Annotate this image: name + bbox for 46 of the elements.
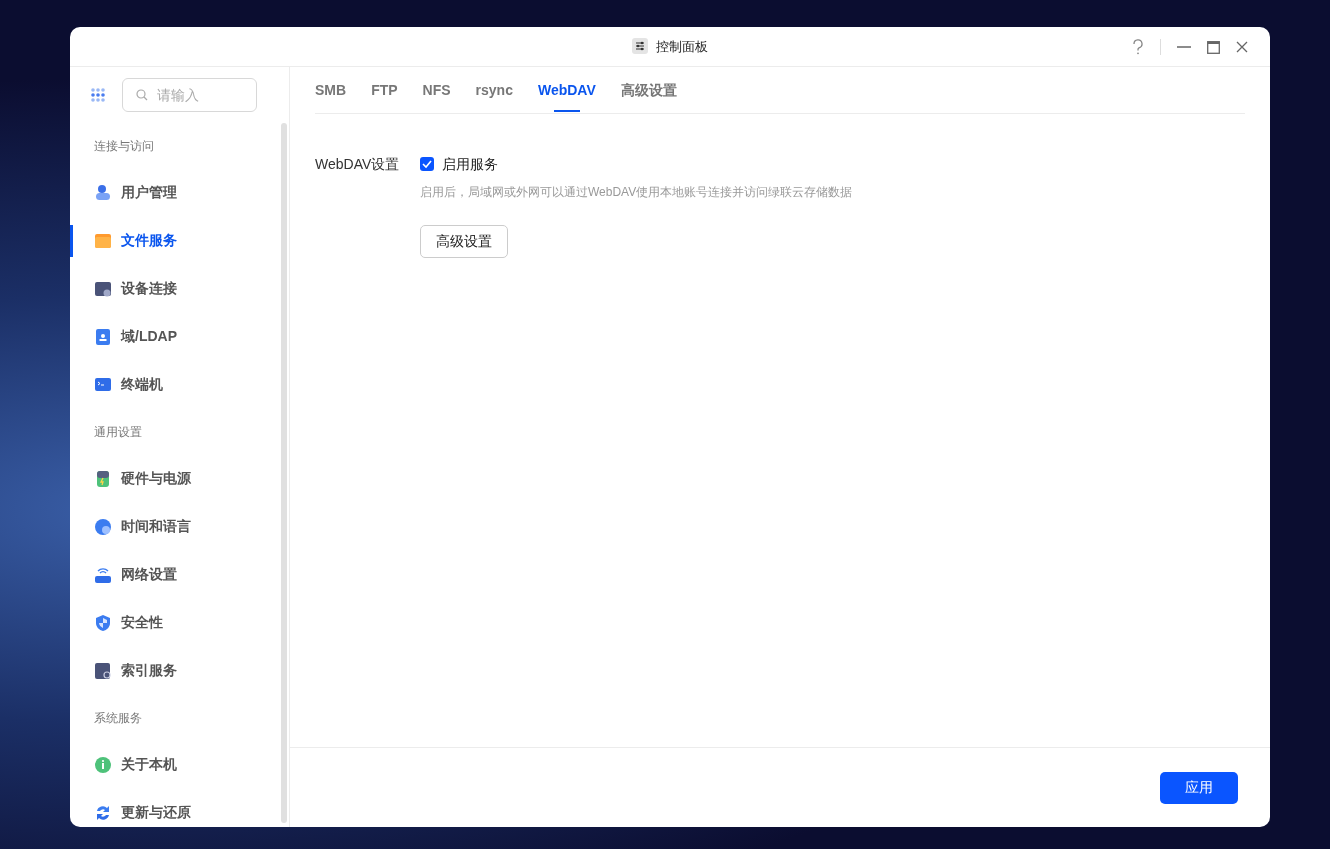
sync-icon	[94, 803, 112, 822]
close-icon[interactable]	[1236, 41, 1248, 53]
tab[interactable]: WebDAV	[537, 66, 596, 114]
sidebar-item[interactable]: 文件服务	[70, 216, 289, 265]
hint-text: 启用后，局域网或外网可以通过WebDAV使用本地账号连接并访问绿联云存储数据	[420, 183, 853, 201]
sliders-icon	[632, 38, 648, 55]
sidebar-item[interactable]: 索引服务	[70, 646, 289, 695]
setting-label: WebDAV设置	[315, 154, 401, 174]
maximize-icon[interactable]	[1207, 40, 1220, 54]
section-heading: 系统服务	[93, 709, 143, 727]
advanced-settings-button[interactable]: 高级设置	[420, 224, 508, 258]
apps-grid-icon[interactable]	[90, 86, 106, 103]
tab[interactable]: 高级设置	[620, 66, 677, 114]
folder-icon	[94, 231, 112, 250]
help-icon[interactable]	[1132, 39, 1144, 55]
sidebar-item[interactable]: 更新与还原	[70, 788, 289, 827]
tab[interactable]: FTP	[371, 66, 398, 114]
id-card-icon	[94, 327, 112, 346]
sidebar-item[interactable]: 硬件与电源	[70, 454, 289, 503]
battery-icon	[94, 469, 112, 488]
section-heading: 连接与访问	[93, 137, 155, 155]
sidebar-item[interactable]: 关于本机	[70, 740, 289, 789]
info-icon	[94, 755, 112, 774]
users-icon	[94, 183, 112, 202]
sidebar-item[interactable]: 用户管理	[70, 168, 289, 217]
sidebar-item[interactable]: 时间和语言	[70, 502, 289, 551]
scrollbar[interactable]	[281, 122, 287, 823]
sidebar-item[interactable]: 网络设置	[70, 550, 289, 599]
sidebar-item[interactable]: 安全性	[70, 598, 289, 647]
device-icon	[94, 279, 112, 298]
apply-button[interactable]: 应用	[1160, 771, 1238, 804]
search-field[interactable]: 请输入	[122, 77, 257, 112]
tab[interactable]: SMB	[315, 66, 347, 114]
checkbox-icon[interactable]	[420, 157, 434, 171]
router-icon	[94, 565, 112, 584]
search-icon	[136, 88, 148, 101]
sidebar-item[interactable]: 设备连接	[70, 264, 289, 313]
section-heading: 通用设置	[93, 423, 143, 441]
shield-icon	[94, 613, 112, 632]
sidebar-item[interactable]: 域/LDAP	[70, 312, 289, 361]
enable-checkbox[interactable]: 启用服务	[420, 153, 853, 175]
tab[interactable]: rsync	[475, 66, 513, 114]
window-title: 控制面板	[656, 37, 708, 56]
terminal-icon	[94, 375, 112, 394]
tab[interactable]: NFS	[422, 66, 451, 114]
sidebar-item[interactable]: 终端机	[70, 360, 289, 409]
